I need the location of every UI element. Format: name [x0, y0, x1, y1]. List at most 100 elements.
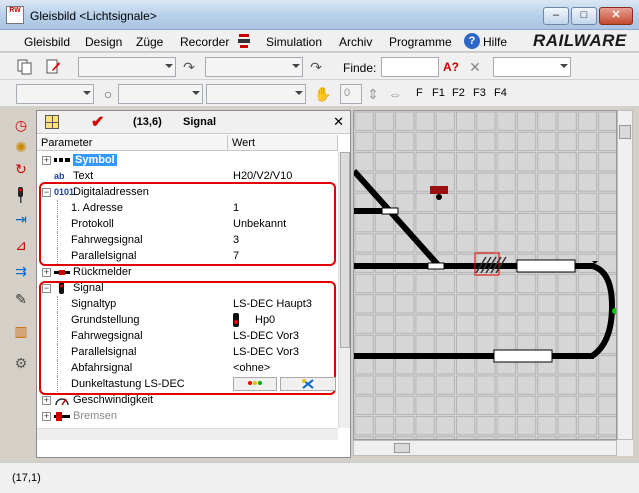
- grid-cell[interactable]: [354, 334, 374, 355]
- expand-toggle-icon[interactable]: +: [42, 412, 51, 421]
- scroll-thumb[interactable]: [340, 152, 350, 348]
- grid-cell[interactable]: [456, 395, 476, 416]
- grid-cell[interactable]: [516, 111, 537, 131]
- grid-cell[interactable]: [456, 131, 476, 152]
- property-row[interactable]: + Symbol: [37, 152, 338, 168]
- clear-icon[interactable]: ✕: [466, 58, 484, 76]
- expand-toggle-icon[interactable]: +: [42, 396, 51, 405]
- grid-cell[interactable]: [476, 192, 496, 212]
- grid-icon[interactable]: [45, 115, 59, 129]
- grid-cell[interactable]: [496, 172, 516, 192]
- column-header-parameter[interactable]: Parameter: [37, 135, 228, 151]
- grid-cell[interactable]: [516, 375, 537, 395]
- grid-cell[interactable]: [577, 314, 598, 334]
- grid-cell[interactable]: [537, 192, 557, 212]
- grid-cell[interactable]: [354, 314, 374, 334]
- grid-cell[interactable]: [374, 273, 395, 294]
- grid-cell[interactable]: [577, 294, 598, 314]
- scroll-thumb[interactable]: [619, 125, 631, 139]
- grid-cell[interactable]: [516, 172, 537, 192]
- grid-cell[interactable]: [537, 416, 557, 436]
- grid-cell[interactable]: [598, 152, 617, 172]
- grid-cell[interactable]: [435, 233, 455, 253]
- combo-3[interactable]: [16, 84, 94, 104]
- diagram-vertical-scrollbar[interactable]: [617, 110, 633, 440]
- grid-cell[interactable]: [374, 172, 395, 192]
- expand-toggle-icon[interactable]: +: [42, 268, 51, 277]
- grid-cell[interactable]: [598, 395, 617, 416]
- grid-cell[interactable]: [537, 152, 557, 172]
- grid-cell[interactable]: [395, 314, 415, 334]
- grid-cell[interactable]: [435, 294, 455, 314]
- grid-cell[interactable]: [496, 375, 516, 395]
- grid-cell[interactable]: [395, 395, 415, 416]
- grid-cell[interactable]: [435, 152, 455, 172]
- grid-cell[interactable]: [557, 192, 577, 212]
- grid-cell[interactable]: [415, 334, 435, 355]
- grid-cell[interactable]: [415, 192, 435, 212]
- grid-cell[interactable]: [537, 375, 557, 395]
- grid-cell[interactable]: [395, 152, 415, 172]
- signal-symbol-foot[interactable]: [436, 194, 442, 200]
- refresh-icon[interactable]: ↻: [12, 160, 30, 178]
- grid-cell[interactable]: [415, 131, 435, 152]
- panel-vertical-scrollbar[interactable]: [338, 152, 350, 428]
- grid-cell[interactable]: [598, 355, 617, 375]
- grid-cell[interactable]: [557, 273, 577, 294]
- radio-icon[interactable]: ○: [99, 85, 117, 103]
- menu-hilfe[interactable]: Hilfe: [483, 35, 507, 49]
- grid-cell[interactable]: [516, 131, 537, 152]
- grid-cell[interactable]: [598, 416, 617, 436]
- redo-icon[interactable]: ↷: [307, 58, 325, 76]
- grid-cell[interactable]: [496, 111, 516, 131]
- grid-cell[interactable]: [516, 192, 537, 212]
- grid-cell[interactable]: [456, 416, 476, 436]
- property-row[interactable]: + Bremsen: [37, 408, 338, 424]
- grid-cell[interactable]: [598, 172, 617, 192]
- clock-icon[interactable]: ◷: [12, 116, 30, 134]
- grid-cell[interactable]: [395, 172, 415, 192]
- settings-icon[interactable]: ⚙: [12, 354, 30, 372]
- grid-cell[interactable]: [395, 294, 415, 314]
- grid-cell[interactable]: [476, 273, 496, 294]
- grid-cell[interactable]: [577, 152, 598, 172]
- block-label[interactable]: [516, 259, 576, 273]
- copy-icon[interactable]: [16, 58, 34, 76]
- combo-5[interactable]: [206, 84, 306, 104]
- grid-cell[interactable]: [496, 314, 516, 334]
- grid-cell[interactable]: [415, 294, 435, 314]
- fkey-f[interactable]: F: [416, 87, 423, 99]
- grid-cell[interactable]: [577, 213, 598, 233]
- grid-cell[interactable]: [435, 334, 455, 355]
- maximize-button[interactable]: □: [571, 7, 597, 25]
- grid-cell[interactable]: [476, 395, 496, 416]
- grid-cell[interactable]: [557, 314, 577, 334]
- grid-cell[interactable]: [456, 375, 476, 395]
- grid-cell[interactable]: [516, 314, 537, 334]
- fkey-f1[interactable]: F1: [432, 87, 445, 99]
- grid-cell[interactable]: [577, 273, 598, 294]
- track-tool-icon[interactable]: ⊿: [12, 236, 30, 254]
- grid-cell[interactable]: [557, 294, 577, 314]
- sort-icon[interactable]: A?: [442, 58, 460, 76]
- grid-cell[interactable]: [577, 395, 598, 416]
- grid-cell[interactable]: [537, 273, 557, 294]
- grid-cell[interactable]: [354, 131, 374, 152]
- grid-cell[interactable]: [577, 111, 598, 131]
- grid-cell[interactable]: [557, 334, 577, 355]
- grid-cell[interactable]: [395, 375, 415, 395]
- find-combo[interactable]: [493, 57, 571, 77]
- grid-cell[interactable]: [537, 131, 557, 152]
- grid-cell[interactable]: [435, 314, 455, 334]
- close-icon[interactable]: ✕: [333, 114, 344, 130]
- grid-cell[interactable]: [354, 273, 374, 294]
- train-icon[interactable]: ⇉: [12, 262, 30, 280]
- grid-cell[interactable]: [537, 395, 557, 416]
- grid-cell[interactable]: [598, 111, 617, 131]
- grid-cell[interactable]: [415, 273, 435, 294]
- grid-cell[interactable]: [456, 152, 476, 172]
- grid-cell[interactable]: [537, 314, 557, 334]
- grid-cell[interactable]: [435, 416, 455, 436]
- grid-cell[interactable]: [557, 111, 577, 131]
- gear-red-icon[interactable]: ✺: [12, 138, 30, 156]
